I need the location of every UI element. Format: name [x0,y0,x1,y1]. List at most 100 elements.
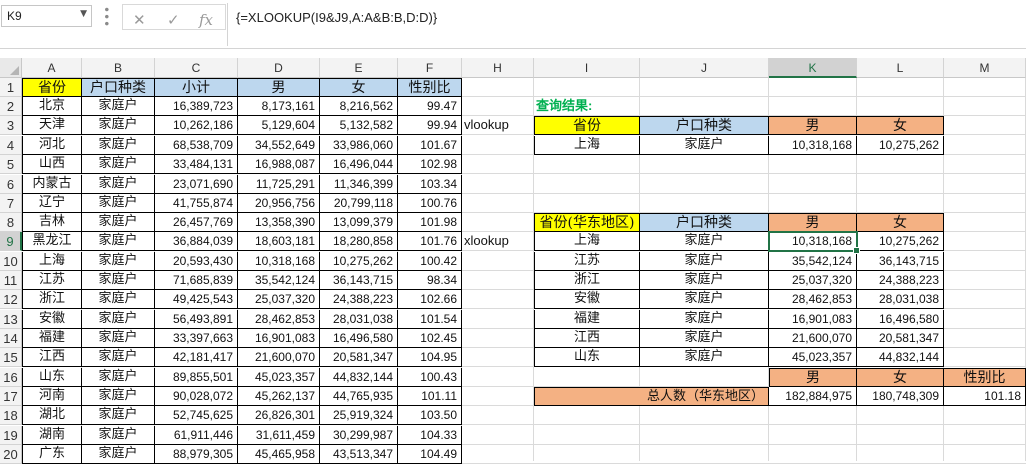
xlookup-cell[interactable]: 10,318,168 [769,232,857,252]
main-table-cell[interactable]: 辽宁 [22,194,82,214]
main-table-cell[interactable]: 内蒙古 [22,175,82,195]
main-table-cell[interactable]: 104.33 [398,426,462,446]
main-table-cell[interactable]: 山东 [22,368,82,388]
xlookup-cell[interactable]: 江苏 [534,252,640,272]
main-table-cell[interactable]: 16,496,580 [320,329,398,349]
main-table-cell[interactable]: 23,071,690 [155,175,238,195]
row-header-1[interactable]: 1 [0,78,22,98]
main-table-cell[interactable]: 20,799,118 [320,194,398,214]
select-all-corner[interactable] [0,58,22,78]
main-table-cell[interactable]: 江西 [22,348,82,368]
main-table-cell[interactable]: 家庭户 [82,310,155,330]
main-table-header[interactable]: 女 [320,78,398,98]
main-table-cell[interactable]: 家庭户 [82,426,155,446]
total-header[interactable]: 男 [769,368,857,388]
main-table-cell[interactable]: 家庭户 [82,213,155,233]
main-table-cell[interactable]: 26,826,301 [238,406,320,426]
main-table-cell[interactable]: 家庭户 [82,290,155,310]
xlookup-cell[interactable]: 21,600,070 [769,329,857,349]
column-header-d[interactable]: D [238,58,320,78]
main-table-cell[interactable]: 102.98 [398,155,462,175]
main-table-cell[interactable]: 104.49 [398,445,462,464]
main-table-cell[interactable]: 100.42 [398,252,462,272]
main-table-cell[interactable]: 家庭户 [82,368,155,388]
main-table-cell[interactable]: 山西 [22,155,82,175]
main-table-cell[interactable]: 35,542,124 [238,271,320,291]
xlookup-cell[interactable]: 家庭户 [640,329,769,349]
main-table-cell[interactable]: 安徽 [22,310,82,330]
main-table-cell[interactable]: 10,318,168 [238,252,320,272]
row-header-7[interactable]: 7 [0,194,22,214]
main-table-cell[interactable]: 家庭户 [82,155,155,175]
main-table-cell[interactable]: 56,493,891 [155,310,238,330]
column-header-e[interactable]: E [320,58,398,78]
xlookup-cell[interactable]: 44,832,144 [857,348,944,368]
vlookup-header[interactable]: 省份 [534,116,640,136]
function-icon[interactable]: fx [199,11,213,29]
main-table-cell[interactable]: 33,484,131 [155,155,238,175]
xlookup-header[interactable]: 户口种类 [640,213,769,233]
main-table-cell[interactable]: 101.98 [398,213,462,233]
main-table-cell[interactable]: 30,299,987 [320,426,398,446]
column-header-c[interactable]: C [155,58,238,78]
chevron-down-icon[interactable]: ▼ [80,9,87,19]
main-table-cell[interactable]: 家庭户 [82,445,155,464]
vlookup-header[interactable]: 户口种类 [640,116,769,136]
xlookup-cell[interactable]: 家庭户 [640,348,769,368]
main-table-cell[interactable]: 天津 [22,116,82,136]
main-table-header[interactable]: 男 [238,78,320,98]
vlookup-label[interactable]: vlookup [462,116,534,135]
main-table-cell[interactable]: 99.94 [398,116,462,136]
confirm-icon[interactable]: ✓ [167,11,180,29]
row-header-19[interactable]: 19 [0,426,22,446]
row-header-9[interactable]: 9 [0,232,22,252]
xlookup-cell[interactable]: 36,143,715 [857,252,944,272]
main-table-cell[interactable]: 102.66 [398,290,462,310]
xlookup-cell[interactable]: 浙江 [534,271,640,291]
main-table-cell[interactable]: 21,600,070 [238,348,320,368]
row-header-12[interactable]: 12 [0,290,22,310]
main-table-cell[interactable]: 20,593,430 [155,252,238,272]
name-box[interactable]: K9 ▼ [1,5,92,27]
main-table-cell[interactable]: 家庭户 [82,97,155,117]
main-table-cell[interactable]: 家庭户 [82,387,155,407]
xlookup-header[interactable]: 省份(华东地区) [534,213,640,233]
main-table-cell[interactable]: 20,956,756 [238,194,320,214]
main-table-cell[interactable]: 49,425,543 [155,290,238,310]
main-table-cell[interactable]: 河南 [22,387,82,407]
main-table-cell[interactable]: 101.11 [398,387,462,407]
row-header-4[interactable]: 4 [0,136,22,156]
main-table-cell[interactable]: 家庭户 [82,329,155,349]
main-table-cell[interactable]: 18,280,858 [320,232,398,252]
row-header-6[interactable]: 6 [0,175,22,195]
xlookup-cell[interactable]: 24,388,223 [857,271,944,291]
column-header-a[interactable]: A [22,58,82,78]
main-table-cell[interactable]: 102.45 [398,329,462,349]
vlookup-cell[interactable]: 10,275,262 [857,136,944,156]
main-table-cell[interactable]: 上海 [22,252,82,272]
xlookup-cell[interactable]: 山东 [534,348,640,368]
main-table-cell[interactable]: 101.67 [398,136,462,156]
xlookup-cell[interactable]: 28,031,038 [857,290,944,310]
row-header-14[interactable]: 14 [0,329,22,349]
xlookup-cell[interactable]: 福建 [534,310,640,330]
row-header-5[interactable]: 5 [0,155,22,175]
row-header-8[interactable]: 8 [0,213,22,233]
xlookup-cell[interactable]: 20,581,347 [857,329,944,349]
main-table-header[interactable]: 小计 [155,78,238,98]
main-table-cell[interactable]: 89,855,501 [155,368,238,388]
vlookup-header[interactable]: 男 [769,116,857,136]
main-table-cell[interactable]: 10,275,262 [320,252,398,272]
row-header-2[interactable]: 2 [0,97,22,117]
main-table-cell[interactable]: 黑龙江 [22,232,82,252]
main-table-cell[interactable]: 24,388,223 [320,290,398,310]
xlookup-cell[interactable]: 家庭户 [640,252,769,272]
main-table-cell[interactable]: 101.54 [398,310,462,330]
main-table-cell[interactable]: 8,216,562 [320,97,398,117]
main-table-cell[interactable]: 28,462,853 [238,310,320,330]
xlookup-cell[interactable]: 16,901,083 [769,310,857,330]
main-table-cell[interactable]: 家庭户 [82,136,155,156]
main-table-cell[interactable]: 16,988,087 [238,155,320,175]
main-table-cell[interactable]: 61,911,446 [155,426,238,446]
main-table-cell[interactable]: 44,832,144 [320,368,398,388]
